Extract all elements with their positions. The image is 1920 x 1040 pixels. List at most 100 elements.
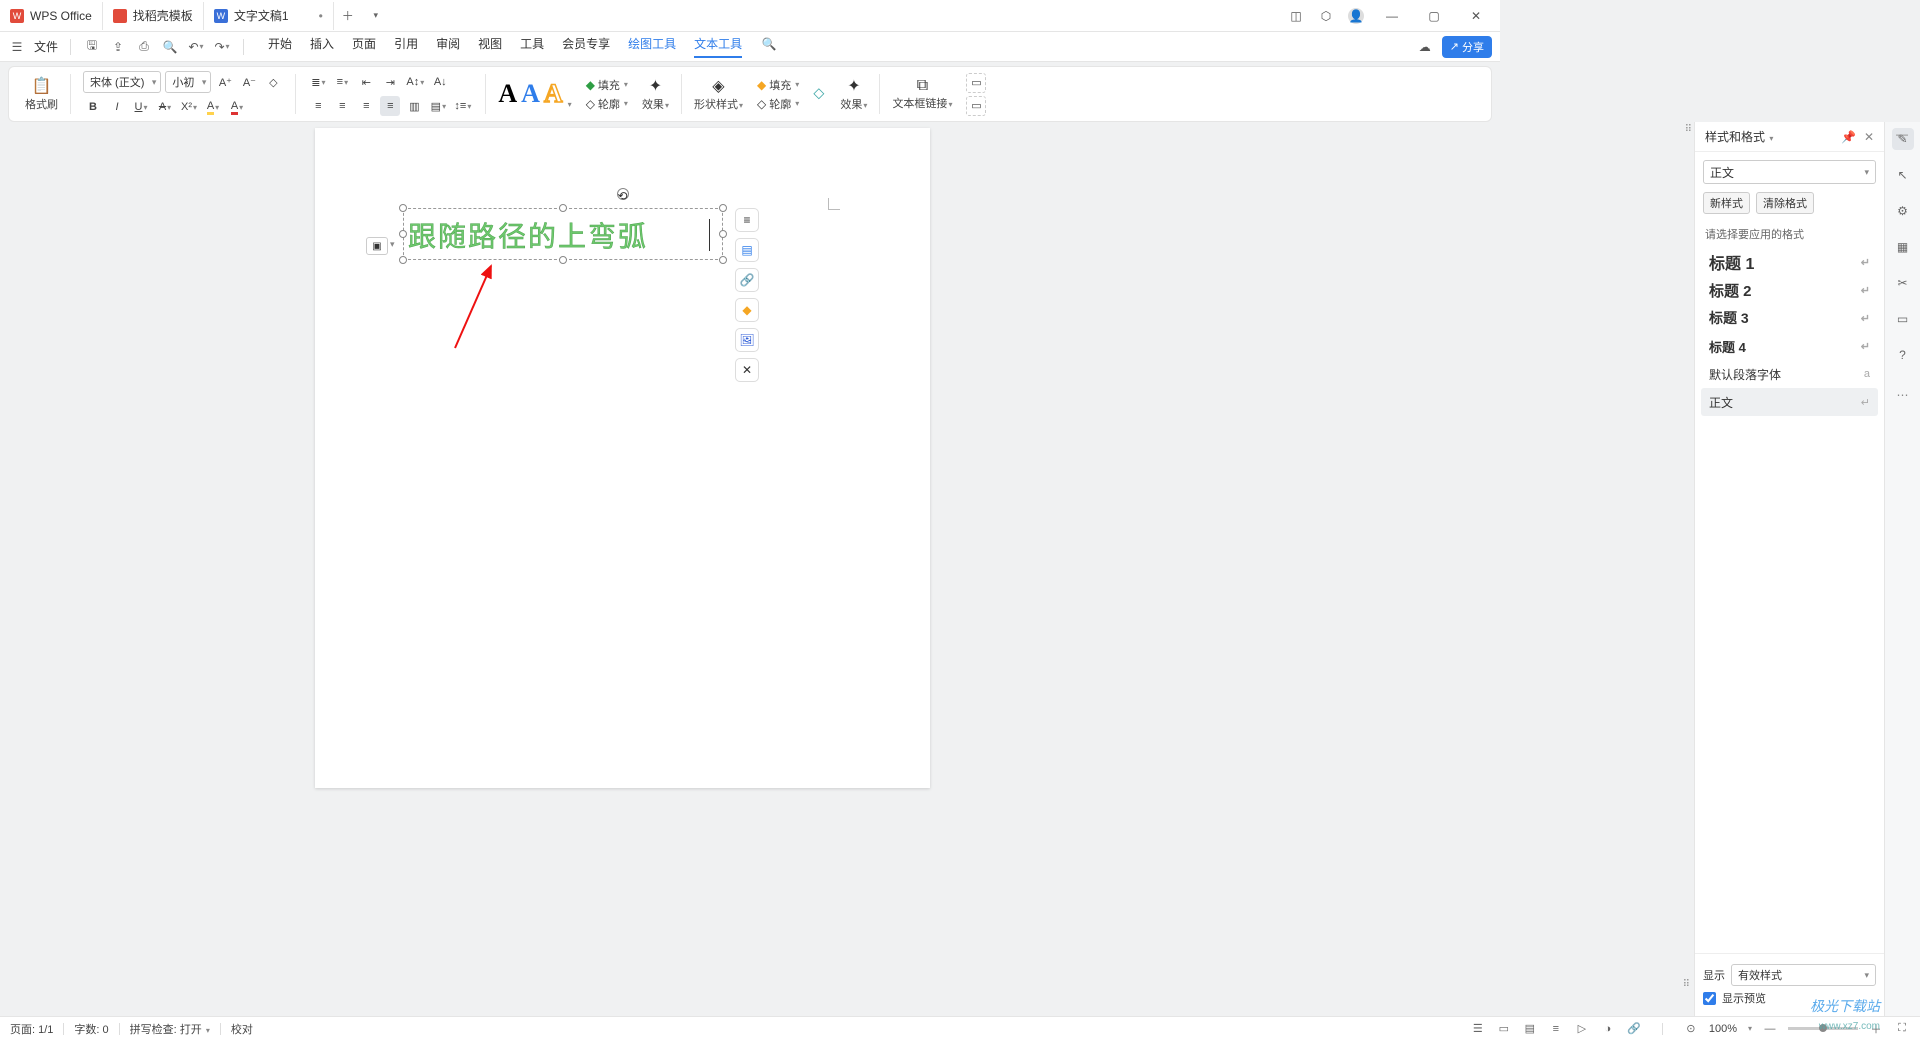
superscript-button[interactable]: X²▾: [179, 97, 199, 117]
sidetool-book-icon[interactable]: ▭: [1892, 308, 1914, 330]
shape-3d-button[interactable]: ⬦: [805, 67, 832, 121]
tab-start[interactable]: 开始: [268, 35, 292, 58]
style-item-h1[interactable]: 标题 1↵: [1701, 248, 1878, 276]
view-outline-icon[interactable]: ≡: [1548, 1021, 1564, 1037]
text-fill-button[interactable]: ◆填充▾: [586, 77, 628, 93]
align-left-button[interactable]: ≡: [308, 96, 328, 116]
display-select[interactable]: 有效样式: [1731, 964, 1876, 986]
shape-effect-button[interactable]: ✦ 效果▾: [832, 67, 875, 121]
align-center-button[interactable]: ≡: [332, 96, 352, 116]
bold-button[interactable]: B: [83, 97, 103, 117]
redo-icon[interactable]: ↷▾: [213, 38, 231, 56]
search-icon[interactable]: 🔍: [760, 35, 778, 53]
tab-document[interactable]: W 文字文稿1 •: [204, 2, 334, 30]
preview-icon[interactable]: 🔍: [161, 38, 179, 56]
word-count[interactable]: 字数: 0: [74, 1021, 108, 1037]
maximize-button[interactable]: ▢: [1420, 2, 1448, 30]
file-menu[interactable]: 文件: [34, 38, 58, 55]
sidetool-tools-icon[interactable]: ✂: [1892, 272, 1914, 294]
hamburger-icon[interactable]: ☰: [8, 38, 26, 56]
view-read-icon[interactable]: ▷: [1574, 1021, 1590, 1037]
view-page-icon[interactable]: ☰: [1470, 1021, 1486, 1037]
font-name-select[interactable]: 宋体 (正文): [83, 71, 161, 93]
tab-modified-icon[interactable]: •: [319, 9, 323, 23]
sidebar-toggle-icon[interactable]: ◫: [1288, 8, 1304, 24]
style-item-h3[interactable]: 标题 3↵: [1701, 304, 1878, 332]
text-outline-button[interactable]: ◇轮廓▾: [586, 96, 628, 112]
sidetool-help-icon[interactable]: ?: [1892, 344, 1914, 366]
sidetool-settings-icon[interactable]: ⚙: [1892, 200, 1914, 222]
float-fill-icon[interactable]: ◆: [735, 298, 759, 322]
tab-template[interactable]: 找稻壳模板: [103, 2, 204, 30]
close-button[interactable]: ✕: [1462, 2, 1490, 30]
text-effect-button[interactable]: ✦ 效果▾: [634, 67, 677, 121]
proof-status[interactable]: 校对: [231, 1021, 253, 1037]
tab-insert[interactable]: 插入: [310, 35, 334, 58]
current-style-select[interactable]: 正文: [1703, 160, 1876, 184]
export-icon[interactable]: ⇪: [109, 38, 127, 56]
new-tab-button[interactable]: ＋: [334, 7, 362, 24]
style-item-default[interactable]: 默认段落字体a: [1701, 360, 1878, 388]
style-item-body[interactable]: 正文↵: [1701, 388, 1878, 416]
collapse-top-icon[interactable]: —: [1890, 122, 1914, 146]
shape-fill-button[interactable]: ◆填充▾: [757, 77, 799, 93]
undo-icon[interactable]: ↶▾: [187, 38, 205, 56]
line-spacing-button[interactable]: ↕≡▾: [452, 96, 473, 116]
clear-format-icon[interactable]: ◇: [263, 72, 283, 92]
font-size-select[interactable]: 小初: [165, 71, 211, 93]
tab-menu-button[interactable]: ▾: [362, 10, 390, 21]
float-layout-icon[interactable]: ≡: [735, 208, 759, 232]
zoom-in-button[interactable]: ＋: [1868, 1021, 1884, 1037]
sidetool-gallery-icon[interactable]: ▦: [1892, 236, 1914, 258]
print-icon[interactable]: ⎙: [135, 38, 153, 56]
zoom-out-button[interactable]: —: [1762, 1021, 1778, 1037]
cube-icon[interactable]: ⬡: [1318, 8, 1334, 24]
wordart-textbox[interactable]: ▣ ▾ 跟随路径的上弯弧: [403, 208, 723, 260]
shape-outline-button[interactable]: ◇轮廓▾: [757, 96, 799, 112]
distribute-button[interactable]: ▥: [404, 96, 424, 116]
highlight-button[interactable]: A▾: [203, 97, 223, 117]
tab-tools[interactable]: 工具: [520, 35, 544, 58]
ruler-bottom-icon[interactable]: ⠿: [1683, 979, 1690, 990]
sort-button[interactable]: A↓: [430, 72, 450, 92]
decrease-indent-button[interactable]: ⇤: [356, 72, 376, 92]
new-style-button[interactable]: 新样式: [1703, 192, 1750, 214]
fullscreen-icon[interactable]: ⛶: [1894, 1021, 1910, 1037]
cloud-icon[interactable]: ☁: [1416, 38, 1434, 56]
save-icon[interactable]: 🖫: [83, 38, 101, 56]
document-canvas[interactable]: ⠿ ⟲ ▣ ▾ 跟随路径的上弯弧: [0, 122, 1694, 1016]
close-panel-icon[interactable]: ✕: [1864, 130, 1874, 144]
tab-review[interactable]: 审阅: [436, 35, 460, 58]
tab-reference[interactable]: 引用: [394, 35, 418, 58]
break-link-button[interactable]: ▭: [966, 73, 986, 93]
shape-style-button[interactable]: ◈ 形状样式▾: [686, 67, 751, 121]
wordart-style-2[interactable]: A: [521, 79, 540, 109]
bullet-list-button[interactable]: ≣▾: [308, 72, 328, 92]
tab-member[interactable]: 会员专享: [562, 35, 610, 58]
float-link-icon[interactable]: 🔗: [735, 268, 759, 292]
wordart-style-1[interactable]: A: [498, 79, 517, 109]
user-avatar-icon[interactable]: 👤: [1348, 8, 1364, 24]
ruler-top-icon[interactable]: ⠿: [1685, 124, 1690, 135]
align-justify-button[interactable]: ≡: [380, 96, 400, 116]
rotate-handle[interactable]: ⟲: [617, 188, 629, 200]
sidetool-select-icon[interactable]: ↖: [1892, 164, 1914, 186]
format-painter-group[interactable]: 📋 格式刷: [17, 67, 66, 121]
view-print-icon[interactable]: ▭: [1496, 1021, 1512, 1037]
text-direction-button[interactable]: A↕▾: [404, 72, 426, 92]
decrease-font-icon[interactable]: A⁻: [239, 72, 259, 92]
link-next-button[interactable]: ▭: [966, 96, 986, 116]
increase-indent-button[interactable]: ⇥: [380, 72, 400, 92]
pin-icon[interactable]: 📌: [1841, 130, 1856, 144]
align-right-button[interactable]: ≡: [356, 96, 376, 116]
number-list-button[interactable]: ≡▾: [332, 72, 352, 92]
share-button[interactable]: ↗ 分享: [1442, 36, 1492, 58]
page-indicator[interactable]: 页面: 1/1: [10, 1021, 53, 1037]
layout-options-caret[interactable]: ▾: [390, 239, 395, 250]
wordart-styles[interactable]: A A A ▾: [498, 79, 571, 109]
tab-page[interactable]: 页面: [352, 35, 376, 58]
float-tools-icon[interactable]: ✕: [735, 358, 759, 382]
textbox-link-button[interactable]: ⧉ 文本框链接▾: [884, 67, 960, 121]
style-item-h2[interactable]: 标题 2↵: [1701, 276, 1878, 304]
minimize-button[interactable]: —: [1378, 2, 1406, 30]
